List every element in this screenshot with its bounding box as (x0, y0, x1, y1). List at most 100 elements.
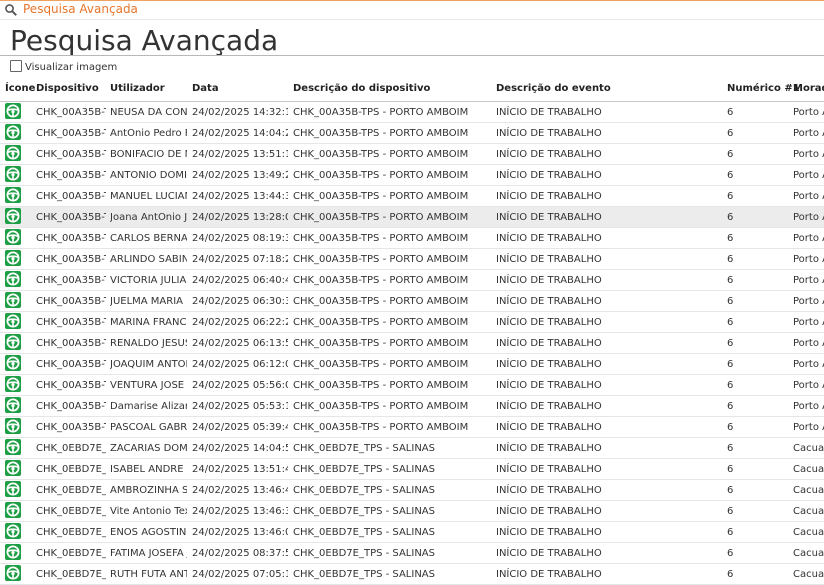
cell-numeric-1: 6 (727, 212, 734, 223)
view-image-label: Visualizar imagem (25, 62, 118, 73)
table-row[interactable]: CHK_00A35B-TPS ANTONIO DOMINGOS 24/02/2025… (0, 165, 824, 186)
steering-wheel-icon (5, 418, 23, 436)
table-row[interactable]: CHK_00A35B-TPS ARLINDO SABINO BUA 24/02/20… (0, 249, 824, 270)
cell-user: NEUSA DA CONCEIÇÃO (110, 107, 187, 118)
column-header-event-description[interactable]: Descrição do evento (496, 83, 696, 94)
cell-address: Porto Amboim (793, 422, 824, 433)
steering-wheel-icon (5, 355, 23, 373)
column-header-device-description[interactable]: Descrição do dispositivo (293, 83, 493, 94)
cell-address: Cacuaco (793, 527, 824, 538)
column-header-numeric-1[interactable]: Numérico #1 (727, 83, 800, 94)
cell-device-description: CHK_00A35B-TPS - PORTO AMBOIM (293, 128, 469, 139)
steering-wheel-icon (5, 376, 23, 394)
table-row[interactable]: CHK_00A35B-TPS JOAQUIM ANTONIO 24/02/2025 … (0, 354, 824, 375)
cell-user: ENOS AGOSTINHO (110, 527, 187, 538)
view-image-checkbox[interactable] (10, 60, 22, 72)
cell-numeric-1: 6 (727, 485, 734, 496)
cell-user: AntOnio Pedro Felix (110, 128, 187, 139)
column-header-address[interactable]: Morada (793, 83, 824, 94)
cell-event-description: INÍCIO DE TRABALHO (496, 380, 602, 391)
cell-address: Cacuaco (793, 548, 824, 559)
table-row[interactable]: CHK_0EBD7E_TPS AMBROZINHA SUZANA 24/02/202… (0, 480, 824, 501)
cell-device: CHK_00A35B-TPS (36, 296, 106, 307)
table-row[interactable]: CHK_0EBD7E_TPS ZACARIAS DOMINGOS 24/02/202… (0, 438, 824, 459)
steering-wheel-icon (5, 229, 23, 247)
cell-user: Joana AntOnio JosE (110, 212, 187, 223)
cell-numeric-1: 6 (727, 569, 734, 580)
cell-user: JUELMA MARIA DA (110, 296, 187, 307)
table-row[interactable]: CHK_0EBD7E_TPS Vite Antonio Texeira 24/02/… (0, 501, 824, 522)
cell-event-description: INÍCIO DE TRABALHO (496, 464, 602, 475)
steering-wheel-icon (5, 544, 23, 562)
table-row[interactable]: CHK_00A35B-TPS Joana AntOnio JosE 24/02/20… (0, 207, 824, 228)
results-table: Ícone Dispositivo Utilizador Data Descri… (0, 78, 824, 585)
table-row[interactable]: CHK_00A35B-TPS PASCOAL GABRIEL 24/02/2025 … (0, 417, 824, 438)
cell-device-description: CHK_00A35B-TPS - PORTO AMBOIM (293, 401, 469, 412)
steering-wheel-icon (5, 523, 23, 541)
cell-numeric-1: 6 (727, 170, 734, 181)
cell-event-description: INÍCIO DE TRABALHO (496, 254, 602, 265)
cell-user: RUTH FUTA ANTÓNIO (110, 569, 187, 580)
cell-numeric-1: 6 (727, 275, 734, 286)
cell-device: CHK_00A35B-TPS (36, 380, 106, 391)
cell-event-description: INÍCIO DE TRABALHO (496, 170, 602, 181)
column-header-device[interactable]: Dispositivo (36, 83, 106, 94)
cell-user: ISABEL ANDRE NICOLAU (110, 464, 187, 475)
table-row[interactable]: CHK_00A35B-TPS VENTURA JOSE SILVA 24/02/20… (0, 375, 824, 396)
cell-device-description: CHK_0EBD7E_TPS - SALINAS (293, 485, 435, 496)
column-header-user[interactable]: Utilizador (110, 83, 187, 94)
table-row[interactable]: CHK_00A35B-TPS Damarise Alizandra 24/02/20… (0, 396, 824, 417)
cell-address: Cacuaco (793, 464, 824, 475)
cell-numeric-1: 6 (727, 443, 734, 454)
cell-event-description: INÍCIO DE TRABALHO (496, 338, 602, 349)
cell-user: Vite Antonio Texeira (110, 506, 187, 517)
cell-numeric-1: 6 (727, 401, 734, 412)
table-row[interactable]: CHK_00A35B-TPS NEUSA DA CONCEIÇÃO 24/02/20… (0, 102, 824, 123)
cell-event-description: INÍCIO DE TRABALHO (496, 443, 602, 454)
cell-event-description: INÍCIO DE TRABALHO (496, 485, 602, 496)
table-row[interactable]: CHK_0EBD7E_TPS FATIMA JOSEFA JOAO 24/02/20… (0, 543, 824, 564)
table-row[interactable]: CHK_00A35B-TPS JUELMA MARIA DA 24/02/2025 … (0, 291, 824, 312)
cell-user: FATIMA JOSEFA JOAO (110, 548, 187, 559)
table-row[interactable]: CHK_00A35B-TPS MARINA FRANCISCO 24/02/2025… (0, 312, 824, 333)
table-row[interactable]: CHK_00A35B-TPS AntOnio Pedro Felix 24/02/2… (0, 123, 824, 144)
cell-device: CHK_00A35B-TPS (36, 359, 106, 370)
cell-device-description: CHK_00A35B-TPS - PORTO AMBOIM (293, 212, 469, 223)
cell-date: 24/02/2025 08:19:32 (192, 233, 288, 244)
cell-device: CHK_0EBD7E_TPS (36, 548, 106, 559)
cell-date: 24/02/2025 13:46:36 (192, 506, 288, 517)
cell-numeric-1: 6 (727, 317, 734, 328)
cell-user: Damarise Alizandra (110, 401, 187, 412)
cell-numeric-1: 6 (727, 464, 734, 475)
table-row[interactable]: CHK_00A35B-TPS CARLOS BERNABE DA 24/02/202… (0, 228, 824, 249)
cell-numeric-1: 6 (727, 422, 734, 433)
cell-user: VICTORIA JULIA CHIPA (110, 275, 187, 286)
table-row[interactable]: CHK_00A35B-TPS BONIFACIO DE NOVAIS 24/02/2… (0, 144, 824, 165)
cell-address: Porto Amboim (793, 275, 824, 286)
cell-user: MARINA FRANCISCO (110, 317, 187, 328)
steering-wheel-icon (5, 271, 23, 289)
table-row[interactable]: CHK_00A35B-TPS RENALDO JESUS JOSE 24/02/20… (0, 333, 824, 354)
column-header-date[interactable]: Data (192, 83, 288, 94)
cell-numeric-1: 6 (727, 149, 734, 160)
table-row[interactable]: CHK_0EBD7E_TPS ISABEL ANDRE NICOLAU 24/02/… (0, 459, 824, 480)
table-row[interactable]: CHK_0EBD7E_TPS RUTH FUTA ANTÓNIO 24/02/202… (0, 564, 824, 585)
window-title-bar: Pesquisa Avançada (0, 0, 824, 20)
cell-date: 24/02/2025 13:46:08 (192, 527, 288, 538)
steering-wheel-icon (5, 187, 23, 205)
steering-wheel-icon (5, 439, 23, 457)
cell-user: ARLINDO SABINO BUA (110, 254, 187, 265)
cell-address: Porto Amboim (793, 380, 824, 391)
table-row[interactable]: CHK_0EBD7E_TPS ENOS AGOSTINHO 24/02/2025 1… (0, 522, 824, 543)
cell-date: 24/02/2025 06:12:09 (192, 359, 288, 370)
cell-event-description: INÍCIO DE TRABALHO (496, 317, 602, 328)
cell-address: Porto Amboim (793, 254, 824, 265)
cell-address: Porto Amboim (793, 338, 824, 349)
cell-event-description: INÍCIO DE TRABALHO (496, 233, 602, 244)
view-image-toggle[interactable]: Visualizar imagem (10, 60, 117, 74)
cell-device-description: CHK_00A35B-TPS - PORTO AMBOIM (293, 380, 469, 391)
column-header-icon[interactable]: Ícone (5, 83, 35, 94)
table-row[interactable]: CHK_00A35B-TPS VICTORIA JULIA CHIPA 24/02/… (0, 270, 824, 291)
table-row[interactable]: CHK_00A35B-TPS MANUEL LUCIANO 24/02/2025 1… (0, 186, 824, 207)
cell-numeric-1: 6 (727, 128, 734, 139)
